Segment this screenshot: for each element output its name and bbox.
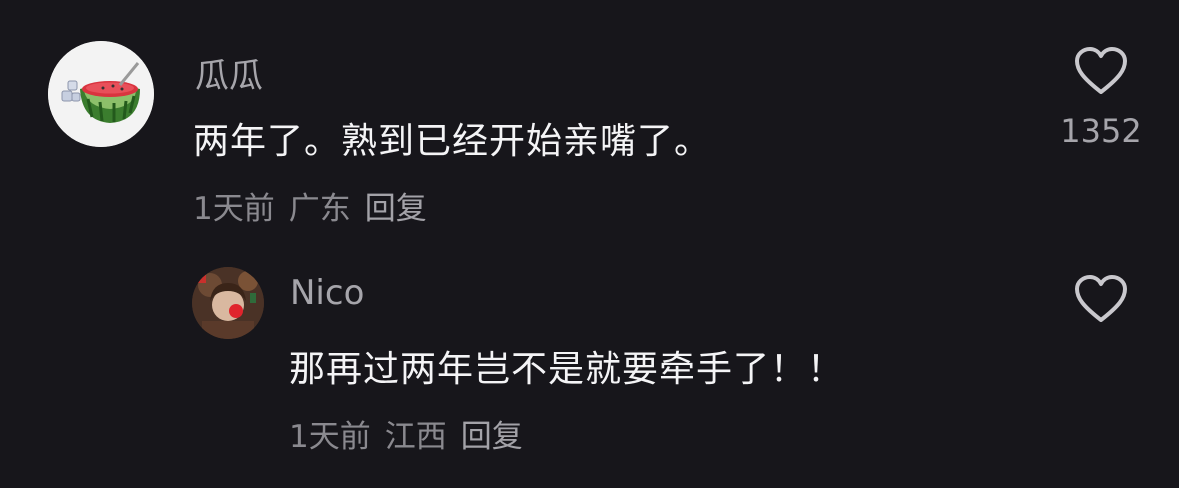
watermelon-icon (48, 41, 154, 147)
like-button[interactable] (1073, 273, 1133, 329)
comment-location: 江西 (384, 419, 447, 455)
comment-time: 1天前 (289, 419, 371, 455)
reply-button[interactable]: 回复 (365, 191, 427, 227)
comment-time: 1天前 (193, 191, 275, 227)
comment-text: 两年了。熟到已经开始亲嘴了。 (193, 121, 712, 162)
like-button[interactable] (1073, 45, 1133, 101)
heart-outline-icon (1075, 47, 1127, 94)
username[interactable]: 瓜瓜 (195, 48, 263, 97)
user-photo-icon (192, 267, 264, 339)
avatar[interactable] (48, 41, 154, 147)
username[interactable]: Nico (290, 273, 364, 313)
reply-button[interactable]: 回复 (461, 419, 523, 455)
comment-meta: 1天前 江西 回复 (289, 411, 537, 456)
avatar[interactable] (192, 267, 264, 339)
like-count: 1352 (1060, 112, 1142, 150)
comment-meta: 1天前 广东 回复 (193, 183, 441, 228)
heart-outline-icon (1075, 275, 1127, 322)
comment-text: 那再过两年岂不是就要牵手了！！ (289, 349, 845, 390)
comment-location: 广东 (288, 191, 351, 227)
